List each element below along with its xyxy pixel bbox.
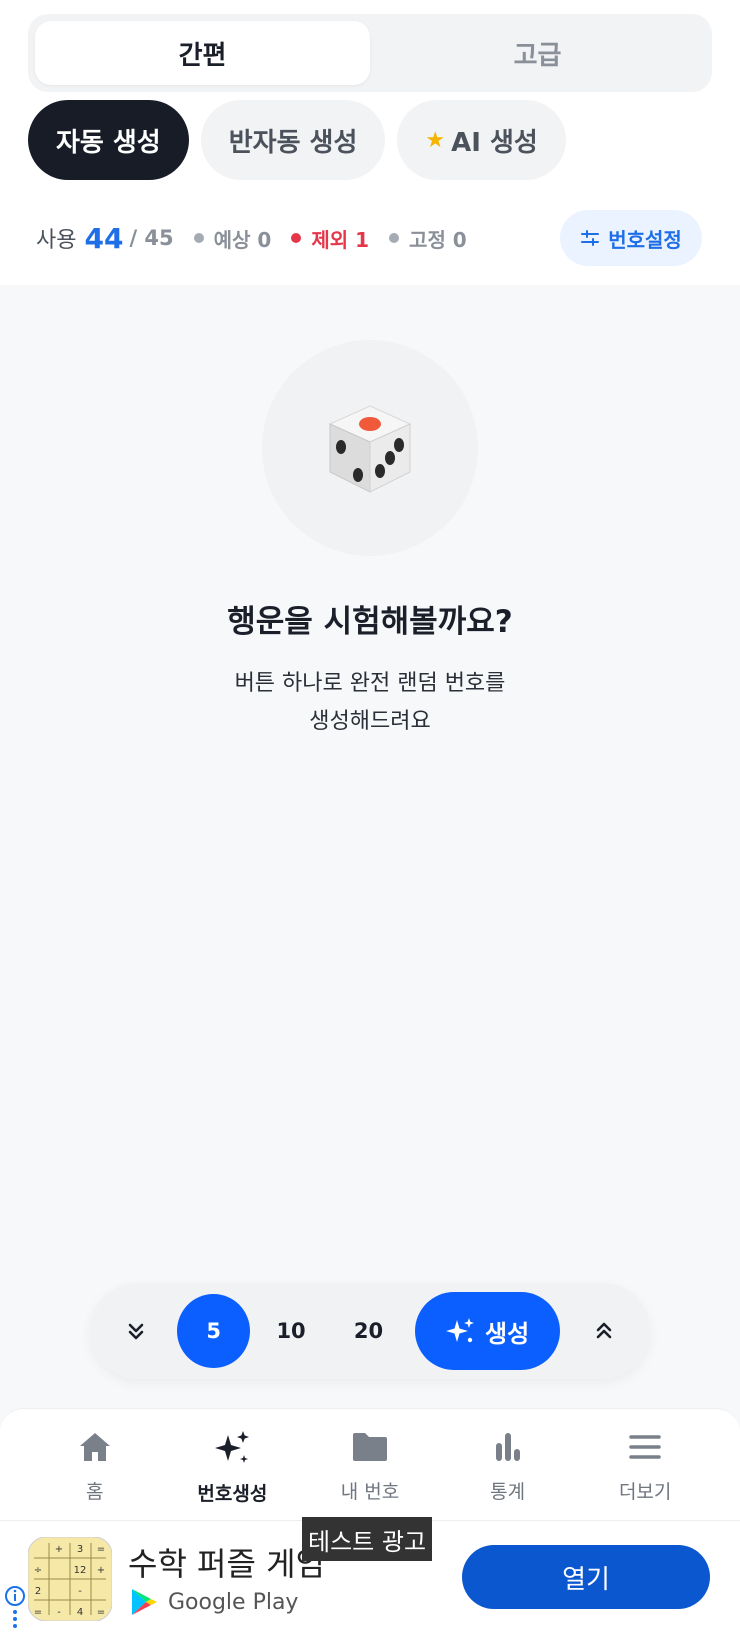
ad-info-icon[interactable] xyxy=(4,1585,26,1631)
google-play-icon xyxy=(132,1589,157,1615)
empty-title: 행운을 시험해볼까요? xyxy=(227,604,513,640)
tab-ai-label: AI 생성 xyxy=(451,127,538,158)
predicted-stat: 예상 0 xyxy=(193,224,272,253)
top-panel: 간편 고급 자동 생성 반자동 생성 ★ AI 생성 사용 44 / 45 예상… xyxy=(0,0,740,285)
chevrons-down-icon xyxy=(128,1323,144,1340)
puzzle-tile: = xyxy=(97,1544,105,1555)
generate-label: 생성 xyxy=(485,1319,530,1348)
puzzle-tile: + xyxy=(55,1544,63,1555)
mode-toggle: 간편 고급 xyxy=(28,14,712,92)
puzzle-tile: 4 xyxy=(77,1607,83,1618)
folder-icon xyxy=(352,1433,387,1461)
ad-store-label: Google Play xyxy=(168,1589,299,1615)
puzzle-tile: = xyxy=(34,1607,42,1618)
ad-store: Google Play xyxy=(130,1587,298,1617)
puzzle-tile: + xyxy=(97,1565,105,1576)
bar-chart-icon xyxy=(495,1433,520,1461)
bottom-navigation: 홈 번호생성 내 번호 통계 더보기 xyxy=(0,1408,740,1520)
chevrons-up-icon xyxy=(596,1322,612,1339)
fixed-stat: 고정 0 xyxy=(389,224,467,253)
puzzle-tile: 12 xyxy=(74,1565,87,1576)
nav-more[interactable]: 더보기 xyxy=(585,1409,705,1520)
nav-generate[interactable]: 번호생성 xyxy=(172,1409,292,1520)
nav-stats-label: 통계 xyxy=(490,1481,526,1503)
number-settings-label: 번호설정 xyxy=(608,227,682,252)
count-option-20[interactable]: 20 xyxy=(332,1294,404,1368)
menu-icon xyxy=(629,1435,661,1459)
tab-ai-generate[interactable]: ★ AI 생성 xyxy=(397,100,566,180)
predicted-label: 예상 0 xyxy=(213,227,272,252)
ad-banner[interactable]: +3 = ÷ 2 12 + = - - 4 = 수학 퍼즐 게임 Google Play 테스트 광… xyxy=(0,1517,740,1634)
puzzle-tile: - xyxy=(78,1586,82,1597)
nav-my-numbers-label: 내 번호 xyxy=(340,1481,400,1503)
nav-home-label: 홈 xyxy=(86,1481,104,1503)
excluded-label: 제외 1 xyxy=(311,227,370,252)
tab-semi-auto-generate[interactable]: 반자동 생성 xyxy=(200,100,386,180)
tab-advanced[interactable]: 고급 xyxy=(370,21,705,85)
use-count: 44 xyxy=(84,221,124,255)
nav-more-label: 더보기 xyxy=(618,1481,672,1503)
fixed-label: 고정 0 xyxy=(409,227,467,252)
nav-my-numbers[interactable]: 내 번호 xyxy=(310,1409,430,1520)
ad-open-button[interactable]: 열기 xyxy=(462,1545,710,1609)
use-total: / 45 xyxy=(129,226,174,250)
empty-state: 행운을 시험해볼까요? 버튼 하나로 완전 랜덤 번호를 생성해드려요 xyxy=(0,340,740,741)
sliders-icon xyxy=(581,230,600,246)
nav-stats[interactable]: 통계 xyxy=(448,1409,568,1520)
tab-simple[interactable]: 간편 xyxy=(35,21,370,85)
star-icon: ★ xyxy=(425,127,446,153)
nav-generate-label: 번호생성 xyxy=(197,1483,268,1505)
red-dot-icon xyxy=(291,233,302,243)
app-icon: +3 = ÷ 2 12 + = - - 4 = xyxy=(28,1537,112,1621)
gray-dot-icon xyxy=(389,233,400,243)
count-option-5[interactable]: 5 xyxy=(177,1294,250,1368)
empty-description-line: 생성해드려요 xyxy=(309,709,431,734)
generate-control-bar: 5 10 20 생성 xyxy=(90,1283,650,1379)
ad-title: 수학 퍼즐 게임 xyxy=(128,1545,325,1583)
collapse-button[interactable] xyxy=(100,1294,172,1368)
nav-home[interactable]: 홈 xyxy=(35,1409,155,1520)
sparkle-icon xyxy=(446,1318,475,1343)
gray-dot-icon xyxy=(193,233,204,243)
expand-button[interactable] xyxy=(568,1294,640,1368)
dice-icon xyxy=(328,405,412,493)
empty-description: 버튼 하나로 완전 랜덤 번호를 생성해드려요 xyxy=(0,665,740,741)
puzzle-tile: 3 xyxy=(77,1544,83,1555)
count-option-10[interactable]: 10 xyxy=(255,1294,327,1368)
test-ad-label: 테스트 광고 xyxy=(302,1517,433,1561)
puzzle-tile: = xyxy=(97,1607,105,1618)
sparkle-icon xyxy=(215,1431,250,1463)
use-label: 사용 xyxy=(36,228,77,253)
generate-button[interactable]: 생성 xyxy=(414,1292,560,1370)
dice-illustration xyxy=(262,340,478,556)
number-settings-button[interactable]: 번호설정 xyxy=(560,210,702,266)
number-stats: 사용 44 / 45 예상 0 제외 1 고정 0 xyxy=(36,210,467,266)
generation-mode-tabs: 자동 생성 반자동 생성 ★ AI 생성 xyxy=(28,100,566,180)
empty-description-line: 버튼 하나로 완전 랜덤 번호를 xyxy=(234,671,506,696)
excluded-stat: 제외 1 xyxy=(291,224,369,253)
tab-auto-generate[interactable]: 자동 생성 xyxy=(28,100,189,180)
puzzle-tile: - xyxy=(57,1607,61,1618)
puzzle-tile: ÷ xyxy=(34,1565,42,1576)
home-icon xyxy=(79,1433,110,1461)
puzzle-tile: 2 xyxy=(35,1586,41,1597)
